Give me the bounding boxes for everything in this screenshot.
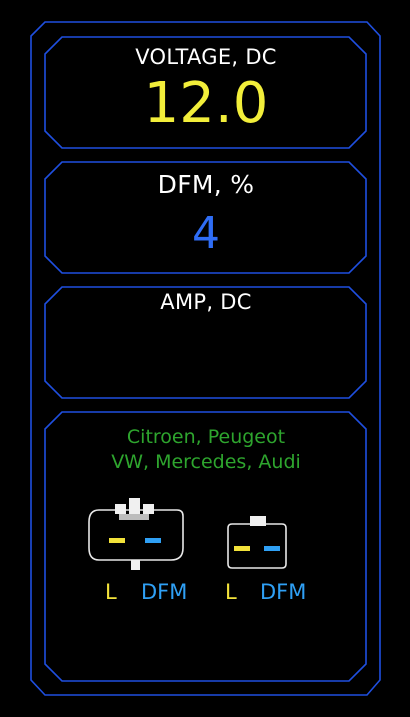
right-pin-l-label: L (225, 580, 237, 604)
voltage-label: VOLTAGE, DC (135, 45, 277, 69)
amp-label: AMP, DC (160, 290, 252, 314)
left-pin-l-label: L (105, 580, 117, 604)
brands-line-1: Citroen, Peugeot (126, 426, 286, 448)
voltage-value: 12.0 (143, 71, 269, 136)
connector-left-icon (88, 498, 184, 570)
dfm-label: DFM, % (157, 170, 255, 199)
right-pin-dfm-label: DFM (260, 580, 307, 604)
dfm-value: 4 (192, 208, 220, 259)
brands-line-2: VW, Mercedes, Audi (111, 451, 301, 473)
left-pin-dfm-label: DFM (141, 580, 188, 604)
connector-right-icon (227, 516, 287, 569)
